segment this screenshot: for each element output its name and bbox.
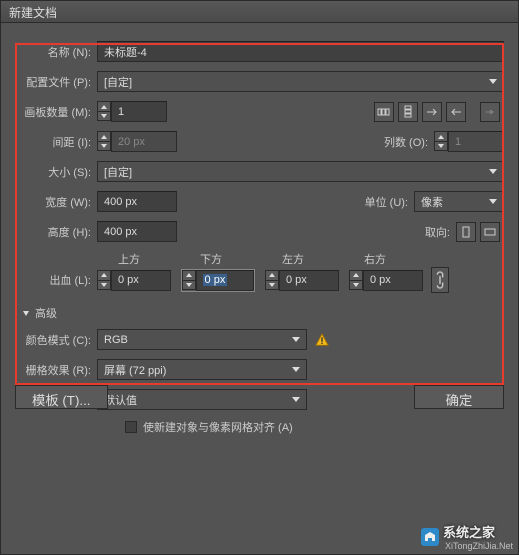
chevron-down-icon	[292, 367, 300, 372]
watermark-text: 系统之家	[443, 522, 513, 541]
stepper-buttons[interactable]	[97, 101, 111, 122]
arrange-arrow-icon	[480, 102, 500, 122]
artboards-label: 画板数量 (M):	[15, 104, 97, 120]
profile-value: [自定]	[104, 74, 132, 90]
artboards-input[interactable]	[111, 101, 167, 122]
width-input[interactable]	[97, 191, 177, 212]
chevron-down-icon	[489, 169, 497, 174]
advanced-toggle[interactable]: 高级	[23, 305, 504, 321]
columns-stepper	[434, 131, 504, 152]
triangle-down-icon	[23, 311, 29, 316]
advanced-label: 高级	[35, 305, 57, 321]
chevron-down-icon	[292, 337, 300, 342]
arrange-row-right-icon[interactable]	[422, 102, 442, 122]
height-label: 高度 (H):	[15, 224, 97, 240]
profile-label: 配置文件 (P):	[15, 74, 97, 90]
colormode-label: 颜色模式 (C):	[15, 332, 97, 348]
colormode-select[interactable]: RGB	[97, 329, 307, 350]
chevron-down-icon	[489, 79, 497, 84]
raster-select[interactable]: 屏幕 (72 ppi)	[97, 359, 307, 380]
bleed-right-stepper[interactable]	[349, 270, 423, 291]
colormode-value: RGB	[104, 334, 128, 346]
align-grid-label: 使新建对象与像素网格对齐 (A)	[143, 419, 293, 435]
dialog-title: 新建文档	[1, 1, 518, 23]
dialog-body: 名称 (N): 配置文件 (P): [自定] 画板数量 (M):	[1, 23, 518, 445]
bleed-top-label: 上方	[97, 251, 161, 267]
warning-icon	[315, 333, 329, 347]
bleed-left-label: 左方	[261, 251, 325, 267]
align-grid-checkbox[interactable]	[125, 421, 137, 433]
templates-button[interactable]: 模板 (T)...	[15, 385, 108, 409]
raster-value: 屏幕 (72 ppi)	[104, 362, 166, 378]
columns-label: 列数 (O):	[380, 134, 434, 150]
orientation-portrait-icon[interactable]	[456, 222, 476, 242]
link-bleed-icon[interactable]	[431, 267, 449, 293]
chevron-down-icon	[489, 199, 497, 204]
size-select[interactable]: [自定]	[97, 161, 504, 182]
bleed-right-input[interactable]	[363, 270, 423, 291]
arrange-row-left-icon[interactable]	[446, 102, 466, 122]
watermark-subtext: XiTongZhiJia.Net	[445, 541, 513, 551]
units-label: 单位 (U):	[360, 194, 414, 210]
spacing-input	[111, 131, 177, 152]
new-document-dialog: 新建文档 名称 (N): 配置文件 (P): [自定] 画板数量 (M):	[0, 0, 519, 555]
units-value: 像素	[421, 194, 443, 210]
bleed-bottom-input[interactable]: 0 px	[203, 274, 228, 286]
artboards-stepper[interactable]	[97, 101, 167, 122]
ok-button[interactable]: 确定	[414, 385, 504, 409]
bleed-left-stepper[interactable]	[265, 270, 339, 291]
units-select[interactable]: 像素	[414, 191, 504, 212]
columns-input	[448, 131, 504, 152]
spacing-label: 间距 (I):	[15, 134, 97, 150]
bleed-right-label: 右方	[343, 251, 407, 267]
bleed-bottom-stepper[interactable]: 0 px	[181, 269, 255, 292]
arrange-grid-row-icon[interactable]	[374, 102, 394, 122]
size-value: [自定]	[104, 164, 132, 180]
width-label: 宽度 (W):	[15, 194, 97, 210]
spacing-stepper	[97, 131, 177, 152]
bleed-top-input[interactable]	[111, 270, 171, 291]
bleed-left-input[interactable]	[279, 270, 339, 291]
profile-select[interactable]: [自定]	[97, 71, 504, 92]
height-input[interactable]	[97, 221, 177, 242]
orientation-landscape-icon[interactable]	[480, 222, 500, 242]
raster-label: 栅格效果 (R):	[15, 362, 97, 378]
bleed-top-stepper[interactable]	[97, 270, 171, 291]
watermark: 系统之家 XiTongZhiJia.Net	[421, 522, 513, 551]
name-label: 名称 (N):	[15, 44, 97, 60]
bleed-bottom-label: 下方	[179, 251, 243, 267]
orientation-label: 取向:	[418, 224, 456, 240]
name-input[interactable]	[97, 41, 504, 62]
size-label: 大小 (S):	[15, 164, 97, 180]
arrange-grid-col-icon[interactable]	[398, 102, 418, 122]
watermark-logo-icon	[421, 528, 439, 546]
bleed-label: 出血 (L):	[15, 272, 97, 288]
